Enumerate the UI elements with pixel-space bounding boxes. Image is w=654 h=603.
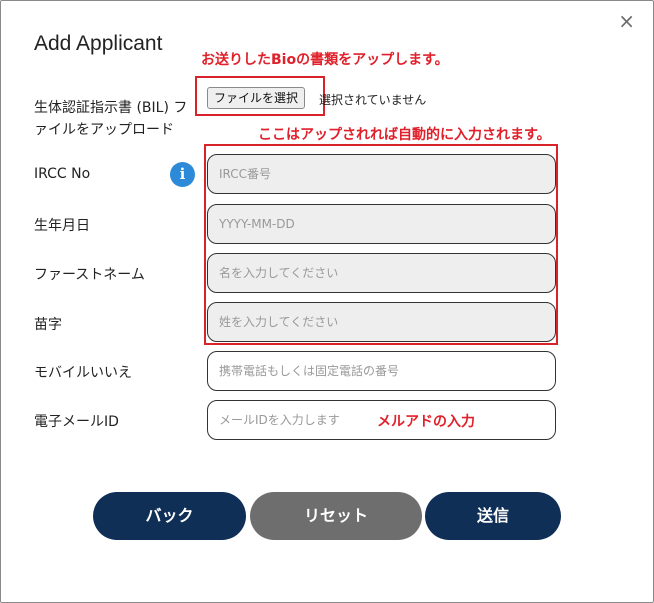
bil-upload-label-line1: 生体認証指示書 (BIL) フ [34,100,188,116]
dob-input[interactable]: YYYY-MM-DD [207,204,556,244]
annotation-email: メルアドの入力 [377,414,475,430]
close-icon[interactable]: × [618,11,635,31]
first-name-input[interactable]: 名を入力してください [207,253,556,293]
file-status-text: 選択されていません [319,93,427,107]
reset-button[interactable]: リセット [250,492,422,540]
bil-upload-label-line2: ァイルをアップロード [34,122,174,138]
choose-file-button[interactable]: ファイルを選択 [207,87,306,109]
dob-label: 生年月日 [34,218,90,234]
info-icon[interactable]: i [170,162,195,187]
first-name-label: ファーストネーム [34,267,145,283]
mobile-label: モバイルいいえ [34,365,132,381]
mobile-input[interactable]: 携帯電話もしくは固定電話の番号 [207,351,556,391]
annotation-auto-fill: ここはアップされれば自動的に入力されます。 [258,127,551,143]
add-applicant-modal: × Add Applicant お送りしたBioの書類をアップします。 生体認証… [0,0,654,603]
back-button[interactable]: バック [93,492,246,540]
bil-upload-label: 生体認証指示書 (BIL) フ ァイルをアップロード [34,97,187,141]
last-name-input[interactable]: 姓を入力してください [207,302,556,342]
ircc-input[interactable]: IRCC番号 [207,154,556,194]
last-name-label: 苗字 [34,317,62,333]
annotation-bio-upload: お送りしたBioの書類をアップします。 [201,52,449,68]
email-label: 電子メールID [34,414,119,430]
ircc-label: IRCC No [34,166,91,182]
send-button[interactable]: 送信 [425,492,561,540]
modal-title: Add Applicant [34,32,163,55]
